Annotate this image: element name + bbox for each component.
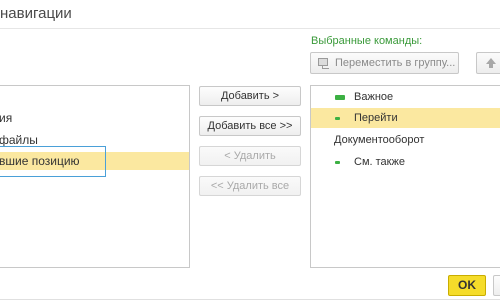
window-title: навигации: [0, 5, 72, 22]
add-all-button[interactable]: Добавить все >>: [199, 116, 301, 136]
list-item-label: Документооборот: [334, 134, 425, 146]
arrow-up-icon: [486, 58, 496, 68]
list-item[interactable]: См. также: [311, 152, 500, 172]
green-bar-icon: [335, 95, 345, 100]
remove-all-button[interactable]: << Удалить все: [199, 176, 301, 196]
list-item-label: См. также: [354, 156, 405, 168]
selected-commands-list[interactable]: Важное Перейти Документооборот См. также: [310, 85, 500, 268]
list-item[interactable]: Важное: [311, 87, 500, 107]
move-to-group-button[interactable]: Переместить в группу...: [310, 52, 459, 74]
green-dash-icon: [335, 161, 340, 164]
cancel-button[interactable]: [493, 275, 500, 296]
focus-outline: [0, 146, 106, 177]
list-group-header[interactable]: Документооборот: [311, 130, 500, 150]
list-item-label: Важное: [354, 91, 394, 103]
move-up-button[interactable]: [476, 52, 500, 74]
title-divider: [0, 28, 500, 29]
ok-button[interactable]: OK: [448, 275, 486, 296]
green-dash-icon: [335, 117, 340, 120]
list-item[interactable]: ия: [0, 109, 189, 127]
add-button[interactable]: Добавить >: [199, 86, 301, 106]
move-to-group-label: Переместить в группу...: [335, 57, 456, 69]
selected-commands-label: Выбранные команды:: [311, 35, 423, 47]
move-to-group-icon: [317, 57, 329, 69]
remove-button[interactable]: < Удалить: [199, 146, 301, 166]
list-item-label: ия: [0, 111, 13, 125]
list-item[interactable]: Перейти: [311, 108, 500, 128]
list-item-label: файлы: [0, 133, 38, 147]
list-item-label: Перейти: [354, 112, 398, 124]
